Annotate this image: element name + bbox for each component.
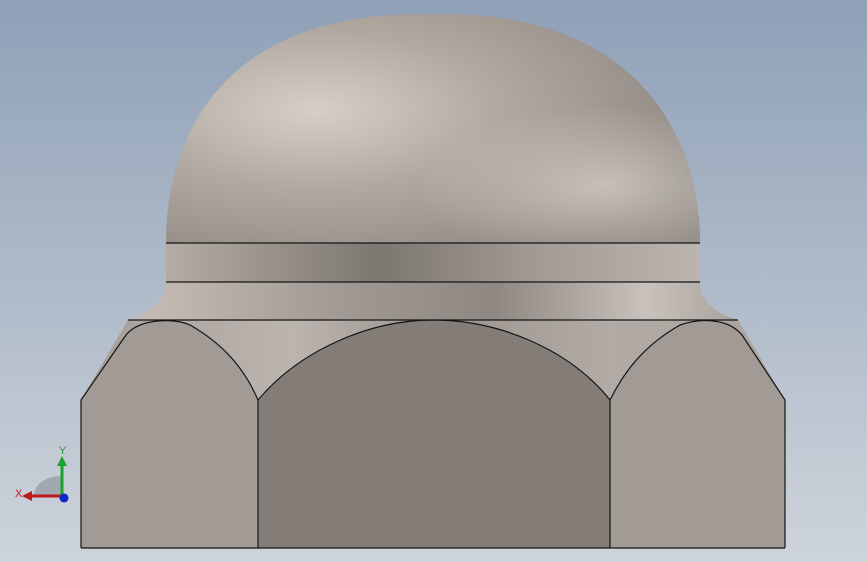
- triad-plane-icon: [34, 476, 62, 496]
- y-axis-label: Y: [59, 445, 67, 457]
- cylindrical-band: [166, 243, 700, 282]
- cap-nut-model[interactable]: [0, 0, 867, 562]
- z-axis-icon: [59, 493, 69, 503]
- neck-fillet: [128, 282, 738, 320]
- 3d-viewport[interactable]: Y X: [0, 0, 867, 562]
- x-axis-label: X: [15, 488, 23, 500]
- coordinate-triad: Y X: [15, 445, 69, 503]
